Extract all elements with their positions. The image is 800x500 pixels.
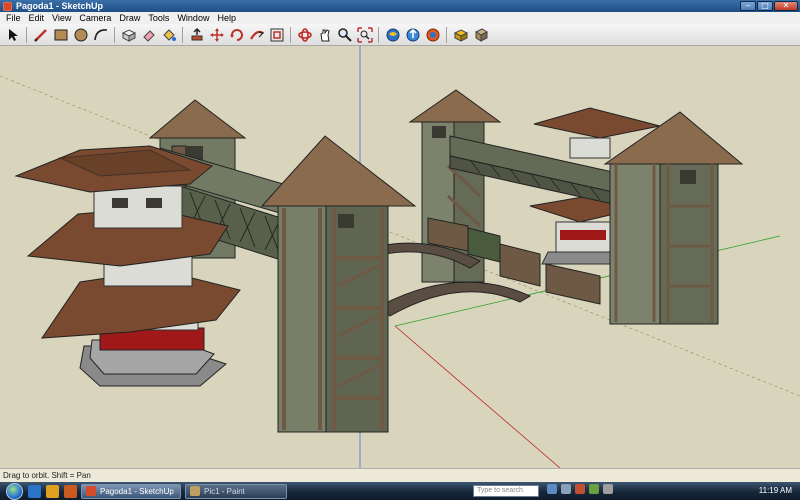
pagoda-model-render bbox=[0, 46, 800, 468]
menu-help[interactable]: Help bbox=[213, 12, 240, 24]
volume-icon[interactable] bbox=[561, 484, 571, 494]
central-front-tower bbox=[260, 135, 417, 433]
circle-icon[interactable] bbox=[71, 25, 90, 44]
task-label: Pagoda1 - SketchUp bbox=[100, 486, 174, 496]
rotate-icon[interactable] bbox=[227, 25, 246, 44]
red-axis bbox=[394, 325, 561, 468]
title-bar: Pagoda1 - SketchUp ‒ □ ✕ bbox=[0, 0, 800, 12]
maximize-icon[interactable]: □ bbox=[757, 1, 773, 11]
right-front-tower bbox=[603, 111, 744, 325]
zoom-extents-icon[interactable] bbox=[355, 25, 374, 44]
status-hint: Drag to orbit. Shift = Pan bbox=[3, 471, 91, 480]
taskbar-search-input[interactable]: Type to search bbox=[473, 485, 539, 497]
menu-view[interactable]: View bbox=[48, 12, 75, 24]
taskbar-clock[interactable]: 11:19 AM bbox=[759, 486, 792, 495]
minimize-icon[interactable]: ‒ bbox=[740, 1, 756, 11]
update-icon[interactable] bbox=[589, 484, 599, 494]
system-tray bbox=[547, 484, 613, 494]
status-bar: Drag to orbit. Shift = Pan bbox=[0, 468, 800, 482]
taskbar-sketchup-button[interactable]: Pagoda1 - SketchUp bbox=[81, 483, 181, 499]
get-models-icon[interactable] bbox=[383, 25, 402, 44]
menu-window[interactable]: Window bbox=[173, 12, 213, 24]
model-viewport[interactable] bbox=[0, 46, 800, 468]
menu-draw[interactable]: Draw bbox=[115, 12, 144, 24]
menu-tools[interactable]: Tools bbox=[144, 12, 173, 24]
menu-bar: File Edit View Camera Draw Tools Window … bbox=[0, 12, 800, 24]
toolbar-separator bbox=[378, 26, 379, 43]
google-earth-icon[interactable] bbox=[471, 25, 490, 44]
toolbar-separator bbox=[446, 26, 447, 43]
select-icon[interactable] bbox=[3, 25, 22, 44]
security-icon[interactable] bbox=[575, 484, 585, 494]
task-label: Pic1 - Paint bbox=[204, 486, 245, 496]
zoom-icon[interactable] bbox=[335, 25, 354, 44]
arc-icon[interactable] bbox=[91, 25, 110, 44]
make-component-icon[interactable] bbox=[119, 25, 138, 44]
toolbar-separator bbox=[114, 26, 115, 43]
folder-quicklaunch-icon[interactable] bbox=[46, 484, 59, 498]
toolbar-separator bbox=[182, 26, 183, 43]
sketchup-task-icon bbox=[86, 486, 96, 496]
close-icon[interactable]: ✕ bbox=[774, 1, 798, 11]
start-button-icon[interactable] bbox=[6, 482, 23, 500]
eraser-icon[interactable] bbox=[139, 25, 158, 44]
menu-file[interactable]: File bbox=[2, 12, 25, 24]
tray-misc-icon[interactable] bbox=[603, 484, 613, 494]
push-pull-icon[interactable] bbox=[187, 25, 206, 44]
rectangle-icon[interactable] bbox=[51, 25, 70, 44]
photo-textures-icon[interactable] bbox=[423, 25, 442, 44]
network-icon[interactable] bbox=[547, 484, 557, 494]
share-component-icon[interactable] bbox=[451, 25, 470, 44]
share-model-icon[interactable] bbox=[403, 25, 422, 44]
pencil-line-icon[interactable] bbox=[31, 25, 50, 44]
paint-task-icon bbox=[190, 486, 200, 496]
orbit-icon[interactable] bbox=[295, 25, 314, 44]
menu-camera[interactable]: Camera bbox=[75, 12, 115, 24]
paint-bucket-icon[interactable] bbox=[159, 25, 178, 44]
ie-quicklaunch-icon[interactable] bbox=[28, 484, 41, 498]
window-title: Pagoda1 - SketchUp bbox=[16, 1, 104, 11]
follow-me-icon[interactable] bbox=[247, 25, 266, 44]
sketchup-logo-icon bbox=[3, 1, 12, 11]
windows-taskbar: Pagoda1 - SketchUp Pic1 - Paint Type to … bbox=[0, 482, 800, 500]
move-icon[interactable] bbox=[207, 25, 226, 44]
toolbar-separator bbox=[290, 26, 291, 43]
taskbar-paint-button[interactable]: Pic1 - Paint bbox=[185, 483, 287, 499]
window-controls: ‒ □ ✕ bbox=[740, 1, 798, 11]
toolbar-separator bbox=[26, 26, 27, 43]
pan-icon[interactable] bbox=[315, 25, 334, 44]
main-toolbar bbox=[0, 24, 800, 46]
offset-icon[interactable] bbox=[267, 25, 286, 44]
media-quicklaunch-icon[interactable] bbox=[64, 484, 77, 498]
menu-edit[interactable]: Edit bbox=[25, 12, 49, 24]
